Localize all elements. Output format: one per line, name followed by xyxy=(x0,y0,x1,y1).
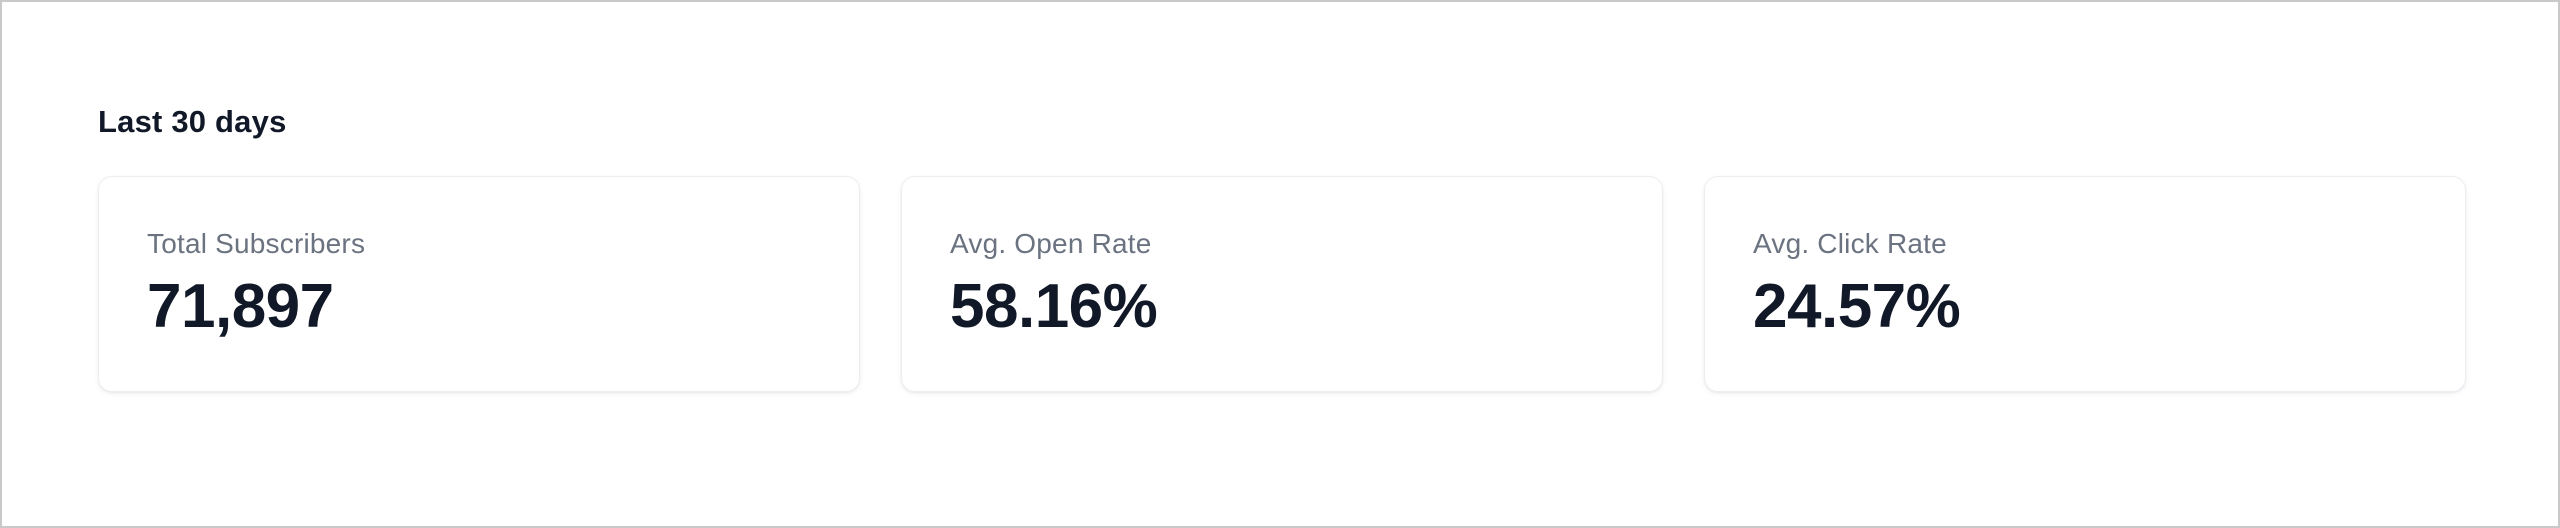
stat-card-avg-click-rate: Avg. Click Rate 24.57% xyxy=(1704,176,2466,392)
stats-grid: Total Subscribers 71,897 Avg. Open Rate … xyxy=(98,176,2466,392)
stat-value: 58.16% xyxy=(950,272,1158,341)
stat-label: Avg. Click Rate xyxy=(1753,228,1947,259)
section-title: Last 30 days xyxy=(98,104,287,139)
stat-value: 24.57% xyxy=(1753,272,1961,341)
stat-card-total-subscribers: Total Subscribers 71,897 xyxy=(98,176,860,392)
stat-label: Avg. Open Rate xyxy=(950,228,1152,259)
stat-card-avg-open-rate: Avg. Open Rate 58.16% xyxy=(901,176,1663,392)
stat-label: Total Subscribers xyxy=(147,228,366,259)
stat-value: 71,897 xyxy=(147,272,334,341)
stats-section: Last 30 days Total Subscribers 71,897 Av… xyxy=(98,102,2466,392)
